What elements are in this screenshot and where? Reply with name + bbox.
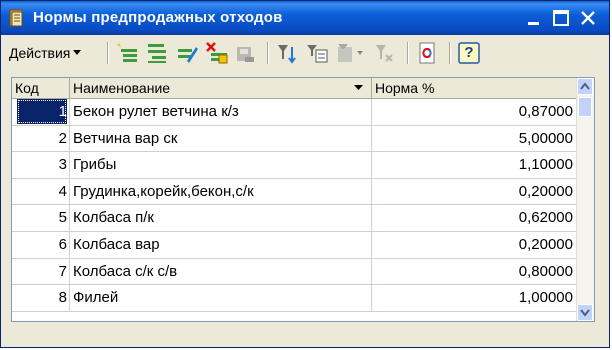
cell-norm[interactable]: 0,20000	[372, 231, 578, 258]
catalog-window: Нормы предпродажных отходов Действия ? К…	[0, 0, 610, 348]
title-bar[interactable]: Нормы предпродажных отходов	[1, 1, 609, 35]
cell-name[interactable]: Грудинка,корейк,бекон,с/к	[70, 178, 372, 205]
chevron-down-icon	[73, 50, 82, 55]
sort-indicator-icon	[354, 85, 363, 90]
table-row[interactable]: 4 Грудинка,корейк,бекон,с/к 0,20000	[12, 178, 578, 206]
cell-code[interactable]: 5	[12, 205, 70, 231]
column-header-norm[interactable]: Норма %	[372, 78, 578, 98]
help-label: ?	[464, 44, 474, 61]
filter-clear-icon[interactable]	[373, 41, 397, 65]
cell-norm[interactable]: 5,00000	[372, 125, 578, 152]
cell-name[interactable]: Грибы	[70, 152, 372, 178]
cell-norm[interactable]: 0,87000	[372, 99, 578, 125]
vertical-scrollbar[interactable]	[576, 78, 594, 321]
actions-menu[interactable]: Действия	[9, 41, 82, 65]
filter-list-icon[interactable]	[305, 41, 329, 65]
delete-icon[interactable]	[205, 41, 229, 65]
cell-name[interactable]: Колбаса п/к	[70, 205, 372, 231]
cell-norm[interactable]: 0,20000	[372, 178, 578, 205]
cell-code[interactable]: 3	[12, 152, 70, 178]
window-title: Нормы предпродажных отходов	[33, 9, 283, 26]
table-body: 1 Бекон рулет ветчина к/з 0,87000 2 Ветчина …	[12, 99, 578, 312]
status-bar	[5, 327, 605, 343]
scroll-up-button[interactable]	[577, 78, 593, 95]
edit-icon[interactable]	[175, 41, 199, 65]
table-row[interactable]: 7 Колбаса с/к с/в 0,80000	[12, 258, 578, 286]
cell-name[interactable]: Филей	[70, 285, 372, 311]
cell-code[interactable]: 4	[12, 178, 70, 205]
cell-code[interactable]: 6	[12, 231, 70, 258]
close-button[interactable]	[577, 7, 599, 29]
filter-icon[interactable]	[275, 41, 299, 65]
add-icon[interactable]	[115, 41, 139, 65]
column-header-code[interactable]: Код	[12, 78, 70, 98]
scroll-thumb[interactable]	[578, 97, 592, 117]
table-row[interactable]: 1 Бекон рулет ветчина к/з 0,87000	[12, 99, 578, 126]
norms-table[interactable]: Код Наименование Норма % 1 Бекон рулет ве…	[11, 77, 595, 322]
cell-name[interactable]: Колбаса с/к с/в	[70, 258, 372, 285]
actions-label: Действия	[9, 45, 71, 61]
refresh-icon[interactable]	[415, 41, 439, 65]
toolbar-separator	[407, 42, 408, 64]
cell-norm[interactable]: 1,00000	[372, 285, 578, 311]
maximize-button[interactable]	[550, 7, 572, 29]
toolbar-separator	[107, 42, 108, 64]
add-copy-icon[interactable]	[145, 41, 169, 65]
scroll-down-button[interactable]	[577, 304, 593, 321]
cell-norm[interactable]: 0,80000	[372, 258, 578, 285]
cell-name[interactable]: Бекон рулет ветчина к/з	[70, 99, 372, 125]
cell-code[interactable]: 2	[12, 125, 70, 152]
cell-norm[interactable]: 0,62000	[372, 205, 578, 231]
toolbar: Действия ?	[5, 37, 605, 69]
table-header: Код Наименование Норма %	[12, 78, 578, 99]
cell-name[interactable]: Колбаса вар	[70, 231, 372, 258]
minimize-button[interactable]	[523, 7, 545, 29]
cell-code[interactable]: 7	[12, 258, 70, 285]
cell-norm[interactable]: 1,10000	[372, 152, 578, 178]
table-row[interactable]: 2 Ветчина вар ск 5,00000	[12, 125, 578, 153]
table-row[interactable]: 3 Грибы 1,10000	[12, 152, 578, 179]
toolbar-separator	[449, 42, 450, 64]
cell-name[interactable]: Ветчина вар ск	[70, 125, 372, 152]
table-row[interactable]: 8 Филей 1,00000	[12, 285, 578, 312]
help-icon[interactable]: ?	[457, 41, 481, 65]
table-row[interactable]: 5 Колбаса п/к 0,62000	[12, 205, 578, 232]
filter-dropdown-icon[interactable]	[335, 41, 369, 65]
book-icon	[7, 8, 27, 28]
table-row[interactable]: 6 Колбаса вар 0,20000	[12, 231, 578, 259]
column-header-name[interactable]: Наименование	[70, 78, 372, 98]
save-icon[interactable]	[233, 41, 257, 65]
cell-code[interactable]: 8	[12, 285, 70, 311]
toolbar-separator	[267, 42, 268, 64]
cell-code[interactable]: 1	[12, 99, 70, 125]
